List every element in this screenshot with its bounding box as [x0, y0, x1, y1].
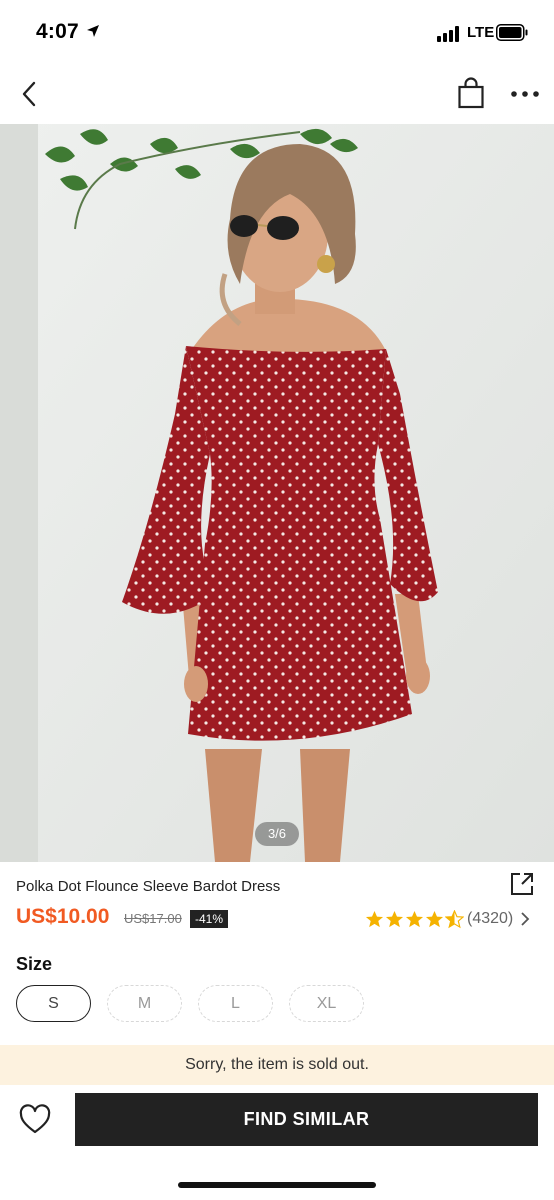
product-photo: [0, 124, 554, 862]
product-image-gallery[interactable]: 3/6: [0, 124, 554, 862]
star-icon: [405, 910, 424, 927]
heart-icon[interactable]: [18, 1104, 52, 1136]
more-icon[interactable]: [508, 80, 542, 108]
star-icon: [425, 910, 444, 927]
status-bar: 4:07 LTE: [0, 0, 554, 64]
chevron-right-icon: [521, 912, 530, 926]
find-similar-button[interactable]: FIND SIMILAR: [75, 1093, 538, 1146]
size-label: Size: [16, 954, 53, 974]
rating-stars: [365, 909, 464, 929]
size-option-s[interactable]: S: [16, 985, 91, 1022]
size-options: S M L XL: [16, 985, 380, 1022]
status-time: 4:07: [36, 20, 79, 43]
sold-out-notice: Sorry, the item is sold out.: [0, 1045, 554, 1085]
size-option-m[interactable]: M: [107, 985, 182, 1022]
home-indicator: [178, 1182, 376, 1188]
location-arrow-icon: [87, 25, 99, 37]
signal-icon: [437, 26, 461, 42]
shopping-bag-icon[interactable]: [455, 76, 487, 110]
star-icon: [365, 910, 384, 927]
sale-price: US$10.00: [16, 905, 110, 928]
half-star-icon: [445, 909, 464, 928]
rating-summary[interactable]: (4320): [365, 908, 531, 930]
share-icon[interactable]: [508, 870, 536, 898]
size-option-xl[interactable]: XL: [289, 985, 364, 1022]
original-price: US$17.00: [124, 911, 182, 926]
top-nav: [0, 64, 554, 124]
star-icon: [385, 910, 404, 927]
size-option-l[interactable]: L: [198, 985, 273, 1022]
battery-icon: [496, 24, 528, 41]
back-chevron-icon[interactable]: [14, 78, 46, 110]
discount-badge: -41%: [190, 910, 229, 928]
image-counter: 3/6: [255, 822, 299, 846]
product-title: Polka Dot Flounce Sleeve Bardot Dress: [16, 878, 281, 895]
network-type: LTE: [467, 24, 495, 41]
rating-count: (4320): [467, 910, 514, 927]
